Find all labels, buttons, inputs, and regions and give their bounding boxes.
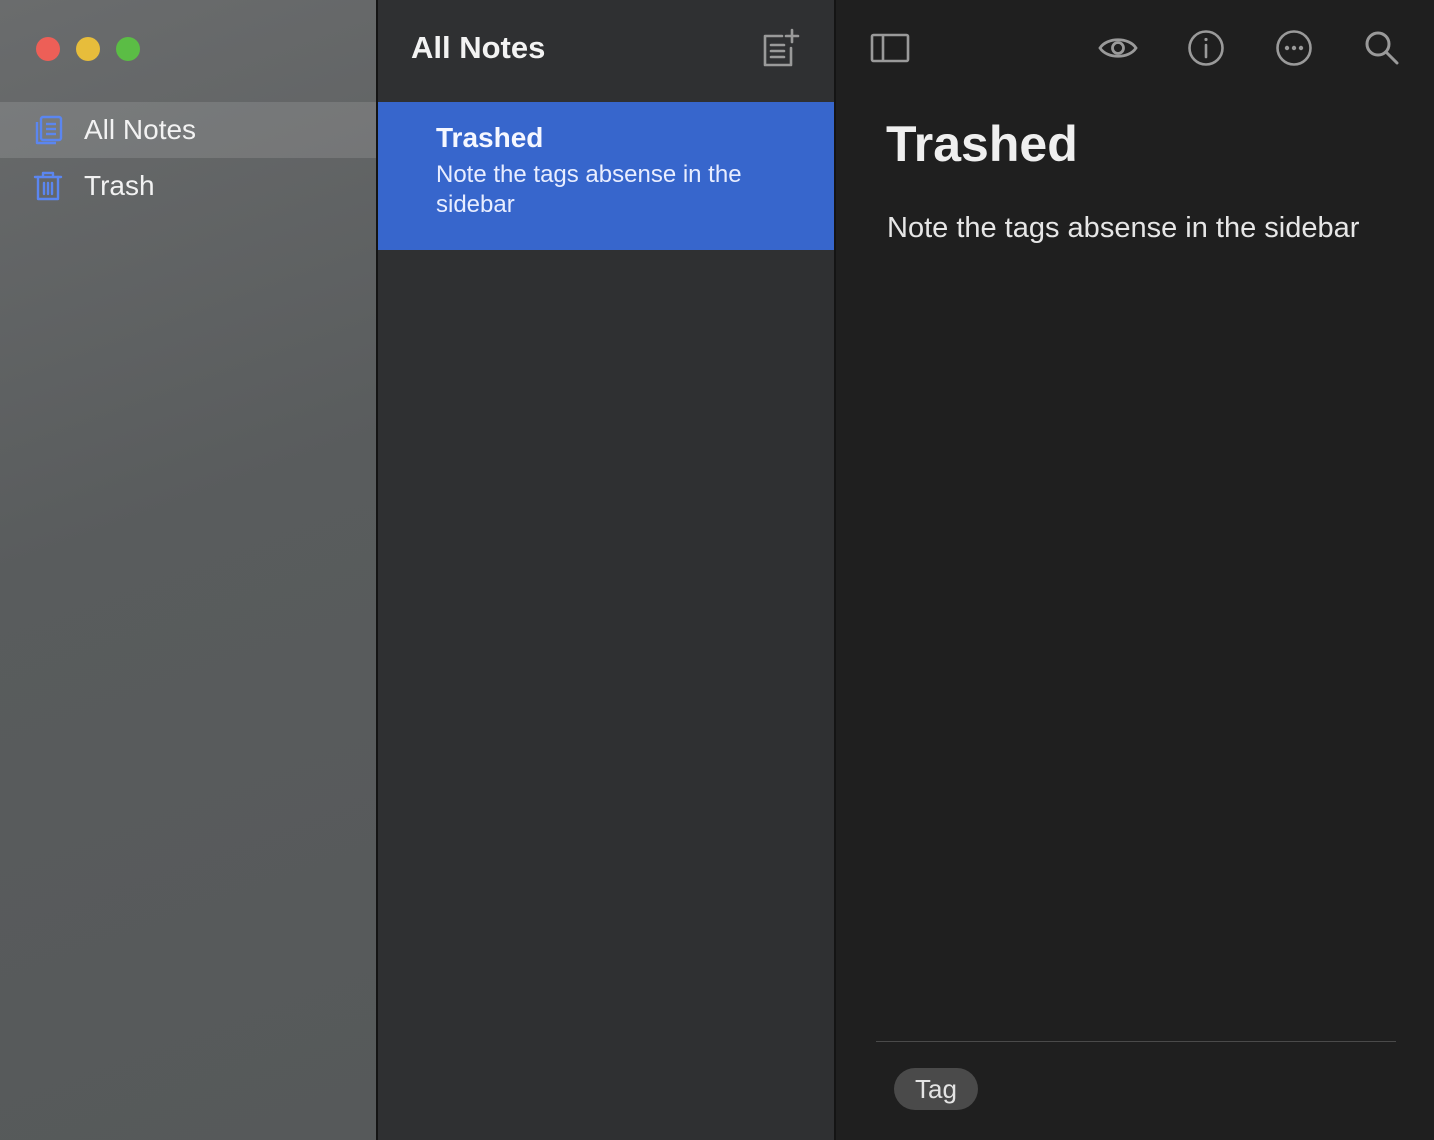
- note-list-item-selected[interactable]: Trashed Note the tags absense in the sid…: [378, 102, 834, 250]
- note-list-title: All Notes: [411, 30, 546, 65]
- window-minimize-button[interactable]: [76, 37, 100, 61]
- note-body-editor[interactable]: Note the tags absense in the sidebar: [887, 208, 1359, 248]
- window-zoom-button[interactable]: [116, 37, 140, 61]
- info-button[interactable]: [1184, 28, 1228, 72]
- note-item-title: Trashed: [436, 122, 544, 153]
- app-window: All Notes Trash All Notes Trashed Note t…: [0, 0, 1434, 1140]
- new-note-button[interactable]: [760, 28, 800, 73]
- sidebar-toggle-icon: [870, 32, 910, 69]
- note-item-snippet: Note the tags absense in the sidebar: [436, 161, 742, 218]
- preview-eye-icon: [1098, 32, 1138, 69]
- sidebar: All Notes Trash: [0, 0, 376, 1140]
- tag-bar-divider: [876, 1041, 1396, 1042]
- sidebar-item-all-notes[interactable]: All Notes: [0, 102, 376, 158]
- search-icon: [1363, 29, 1401, 72]
- notes-stack-icon: [32, 114, 64, 146]
- sidebar-item-trash[interactable]: Trash: [0, 158, 376, 214]
- editor-pane: Trashed Note the tags absense in the sid…: [836, 0, 1434, 1140]
- trash-icon: [32, 170, 64, 202]
- info-icon: [1187, 29, 1225, 72]
- new-note-icon: [760, 28, 800, 73]
- note-list-header: All Notes: [378, 0, 834, 102]
- note-list-pane: All Notes Trashed Note the tags absense …: [378, 0, 834, 1140]
- search-button[interactable]: [1360, 28, 1404, 72]
- toggle-sidebar-button[interactable]: [868, 28, 912, 72]
- window-controls: [36, 37, 140, 61]
- sidebar-item-label: Trash: [84, 170, 155, 201]
- sidebar-nav: All Notes Trash: [0, 102, 376, 214]
- sidebar-item-label: All Notes: [84, 114, 197, 145]
- window-close-button[interactable]: [36, 37, 60, 61]
- more-options-button[interactable]: [1272, 28, 1316, 72]
- preview-button[interactable]: [1096, 28, 1140, 72]
- more-options-icon: [1275, 29, 1313, 72]
- tag-input[interactable]: Tag: [894, 1068, 978, 1110]
- note-title-editor[interactable]: Trashed: [886, 114, 1078, 174]
